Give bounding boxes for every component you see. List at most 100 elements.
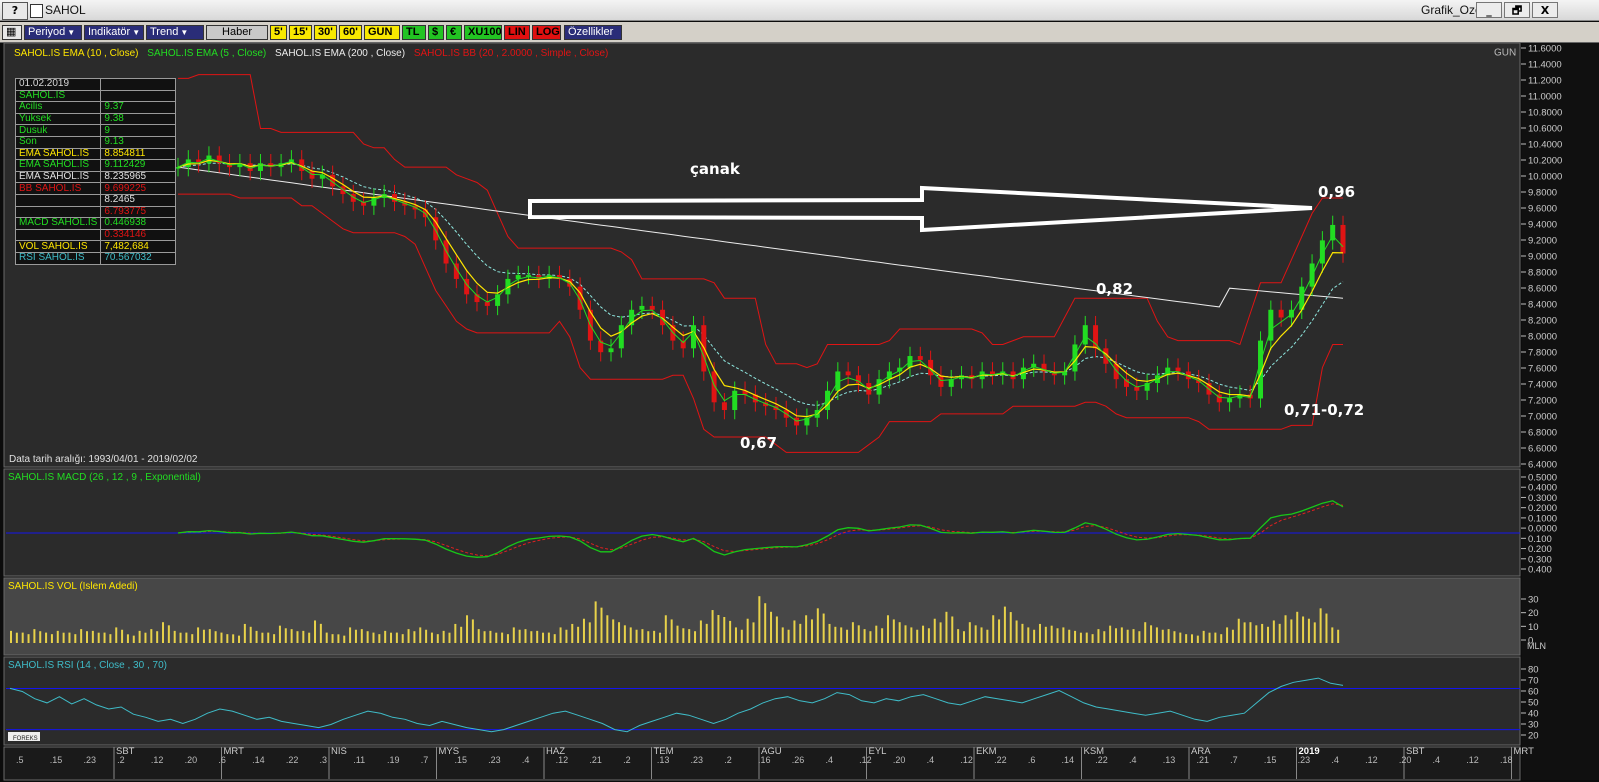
- xu100-button[interactable]: XU100: [464, 25, 502, 40]
- svg-text:SAHOL.IS EMA (10 , Close): SAHOL.IS EMA (10 , Close) SAHOL.IS EMA (…: [14, 48, 608, 59]
- log-scale-button[interactable]: LOG: [532, 25, 561, 40]
- data-window-value: 0.334146: [100, 228, 177, 242]
- data-window-label: MACD SAHOL.IS: [14, 217, 102, 230]
- day-label: .4: [825, 755, 833, 765]
- volume-bar: [1161, 629, 1164, 643]
- volume-bar: [33, 629, 36, 643]
- volume-bar: [1255, 625, 1258, 643]
- volume-bar: [851, 622, 854, 643]
- day-label: .7: [1230, 755, 1238, 765]
- volume-bar: [86, 631, 89, 643]
- volume-bar: [226, 634, 229, 643]
- volume-bar: [132, 635, 135, 643]
- volume-bar: [197, 627, 200, 643]
- volume-bar: [454, 623, 457, 643]
- currency-usd-button[interactable]: $: [428, 25, 444, 40]
- data-window-value: 8.2465: [100, 193, 177, 207]
- volume-bar: [1302, 616, 1305, 643]
- data-window-value: 0.446938: [100, 217, 177, 230]
- volume-bar: [530, 631, 533, 643]
- volume-bar: [121, 629, 124, 643]
- volume-bar: [799, 623, 802, 643]
- period-30-button[interactable]: 30': [314, 25, 337, 40]
- volume-bar: [764, 603, 767, 643]
- rsi-axis-label: 20: [1528, 731, 1539, 742]
- data-window: 01.02.2019 SAHOL.IS Acilis 9.37 Yuksek 9.38…: [14, 78, 177, 265]
- candle-body: [443, 240, 449, 264]
- linear-scale-button[interactable]: LIN: [504, 25, 530, 40]
- volume-bar: [1337, 629, 1340, 643]
- volume-bar: [384, 630, 387, 643]
- help-button[interactable]: ?: [2, 2, 28, 20]
- volume-bar: [109, 634, 112, 643]
- volume-bar: [249, 626, 252, 643]
- toolbar: ▦ Periyod ▼ Indikatör ▼ Trend ▼ Haber 5' 15…: [0, 22, 1599, 43]
- volume-bar: [945, 611, 948, 643]
- volume-bar: [1003, 606, 1006, 643]
- rsi-panel[interactable]: [3, 656, 1521, 746]
- macd-axis-label: 0.400: [1528, 565, 1552, 576]
- volume-bar: [1114, 628, 1117, 643]
- volume-bar: [857, 625, 860, 643]
- data-window-label: Yuksek: [14, 112, 102, 126]
- candle-body: [1227, 398, 1233, 403]
- volume-bar: [682, 628, 685, 643]
- volume-bar: [442, 630, 445, 643]
- volume-bar: [103, 632, 106, 643]
- candle-body: [938, 375, 944, 387]
- volume-bar: [1313, 622, 1316, 643]
- day-label: .16: [758, 755, 771, 765]
- volume-bar: [1331, 627, 1334, 643]
- minimize-button[interactable]: _: [1476, 2, 1502, 18]
- period-60-button[interactable]: 60': [339, 25, 362, 40]
- day-label: .14: [1062, 755, 1075, 765]
- volume-bar: [1196, 635, 1199, 643]
- volume-axis-label: 20: [1528, 608, 1539, 619]
- volume-bar: [571, 623, 574, 643]
- candle-body: [825, 390, 831, 411]
- period-gun-button[interactable]: GUN: [364, 25, 400, 40]
- volume-bar: [1226, 627, 1229, 643]
- volume-bar: [1214, 632, 1217, 643]
- currency-eur-button[interactable]: €: [446, 25, 462, 40]
- volume-bar: [916, 629, 919, 643]
- periyod-menu[interactable]: Periyod ▼: [24, 25, 82, 40]
- rsi-title: SAHOL.IS RSI (14 , Close , 30 , 70): [8, 660, 167, 671]
- volume-bar: [846, 629, 849, 643]
- volume-bar: [325, 632, 328, 643]
- volume-bar: [261, 632, 264, 643]
- volume-bar: [933, 618, 936, 643]
- volume-bar: [1220, 634, 1223, 643]
- rsi-axis-label: 30: [1528, 720, 1539, 731]
- volume-bar: [863, 629, 866, 643]
- data-window-value: 70.567032: [100, 251, 177, 265]
- restore-button[interactable]: 🗗: [1504, 2, 1530, 18]
- currency-tl-button[interactable]: TL: [402, 25, 426, 40]
- day-label: .3: [320, 755, 328, 765]
- volume-bar: [653, 630, 656, 643]
- close-button[interactable]: X: [1532, 2, 1558, 18]
- volume-bar: [939, 622, 942, 643]
- trend-menu[interactable]: Trend ▼: [146, 25, 204, 40]
- volume-bar: [740, 629, 743, 643]
- volume-bar: [875, 625, 878, 643]
- chart-canvas[interactable]: SAHOL.IS EMA (10 , Close) SAHOL.IS EMA (…: [0, 43, 1599, 782]
- macd-panel[interactable]: [3, 468, 1521, 577]
- period-15-button[interactable]: 15': [289, 25, 312, 40]
- period-5-button[interactable]: 5': [270, 25, 287, 40]
- volume-bar: [278, 625, 281, 643]
- ozellikler-button[interactable]: Özellikler: [564, 25, 622, 40]
- indikator-menu[interactable]: Indikatör ▼: [84, 25, 144, 40]
- chart-template-name: Grafik_Ozel: [1421, 3, 1485, 17]
- data-window-value: 9.699225: [100, 182, 177, 195]
- haber-button[interactable]: Haber: [206, 25, 268, 40]
- volume-bar: [986, 629, 989, 643]
- volume-axis-label: 10: [1528, 622, 1539, 633]
- volume-bar: [179, 632, 182, 643]
- volume-panel[interactable]: [3, 577, 1521, 656]
- day-label: .2: [623, 755, 631, 765]
- annotation-canak: çanak: [690, 160, 741, 178]
- settings-icon[interactable]: ▦: [2, 25, 22, 40]
- volume-bar: [512, 627, 515, 643]
- volume-bar: [80, 629, 83, 643]
